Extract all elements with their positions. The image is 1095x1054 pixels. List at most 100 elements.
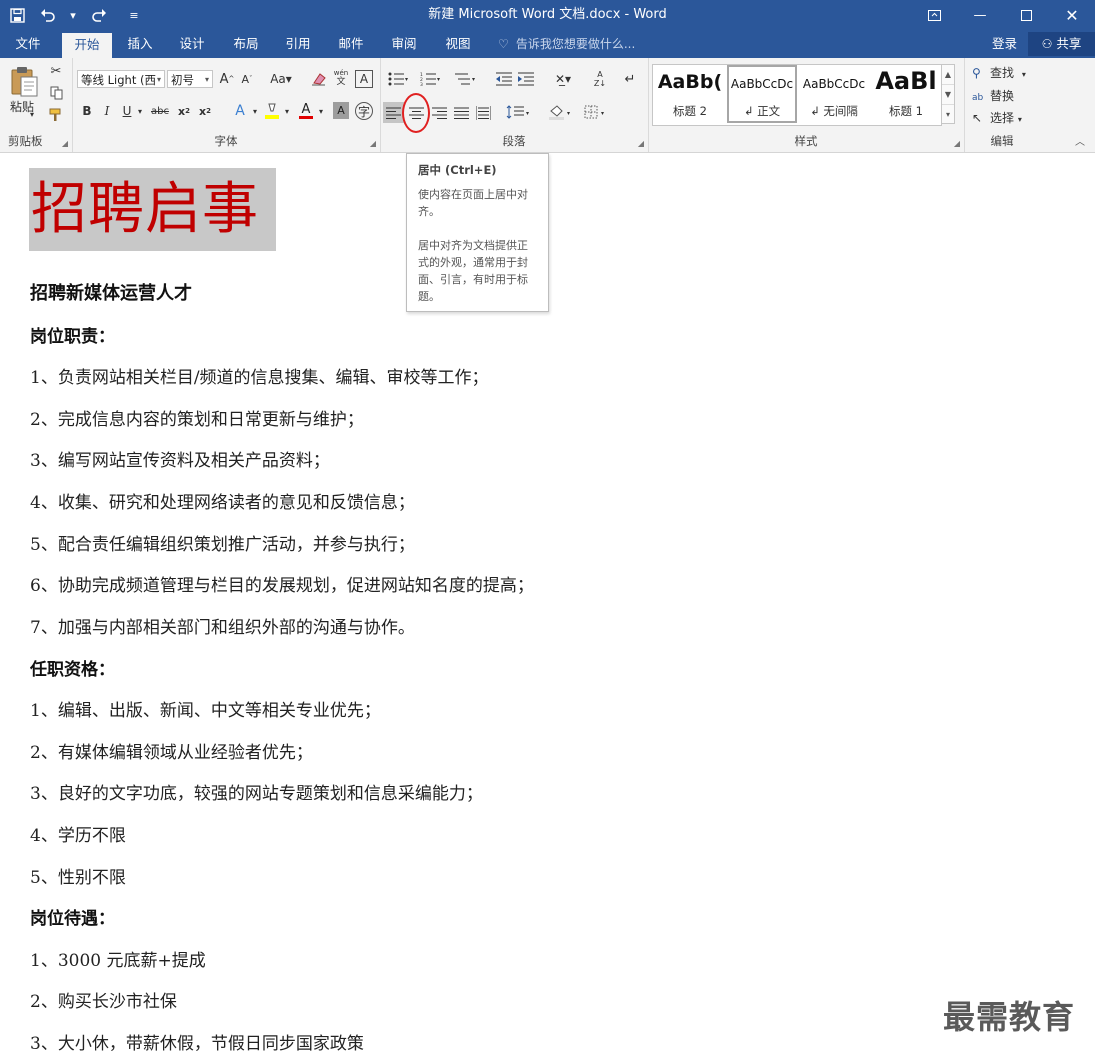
grow-font-icon[interactable]: A ^ (218, 70, 236, 88)
style-heading-1[interactable]: AaBl 标题 1 (871, 65, 941, 123)
justify-button[interactable] (451, 102, 472, 123)
tab-file[interactable]: 文件 (6, 30, 50, 58)
align-right-button[interactable] (429, 102, 450, 123)
close-icon[interactable]: ✕ (1049, 0, 1095, 30)
search-icon: ⚲ (972, 66, 981, 80)
align-center-button[interactable] (406, 102, 427, 123)
text-effects-icon[interactable]: A (230, 101, 250, 121)
maximize-icon[interactable] (1003, 0, 1049, 30)
font-name-combo[interactable]: 等线 Light (西 ▾ (77, 70, 165, 88)
font-color-dropdown-icon[interactable]: ▾ (316, 102, 326, 120)
share-button[interactable]: ⚇ 共享 (1028, 32, 1095, 56)
style-name: 标题 2 (673, 104, 707, 118)
minimize-icon[interactable]: — (957, 0, 1003, 30)
text-effects-dropdown-icon[interactable]: ▾ (250, 102, 260, 120)
align-left-button[interactable] (383, 102, 404, 123)
show-hide-marks-icon[interactable]: ↵ (620, 70, 640, 88)
style-normal[interactable]: AaBbCcDc ↲ 正文 (727, 65, 797, 123)
increase-indent-icon[interactable] (516, 70, 536, 88)
paragraph-launcher-icon[interactable]: ◢ (638, 139, 644, 148)
enclose-characters-icon[interactable]: 字 (355, 102, 373, 120)
distributed-button[interactable] (473, 102, 494, 123)
bullets-icon[interactable]: ▾ (386, 70, 410, 88)
chinese-layout-icon[interactable]: ✕̲▾ (548, 70, 578, 88)
tab-home[interactable]: 开始 (62, 33, 112, 58)
change-case-icon[interactable]: Aa▾ (268, 70, 294, 88)
format-painter-icon[interactable] (48, 106, 64, 124)
select-button[interactable]: ↖ 选择 ▾ (972, 108, 1022, 128)
style-heading-2[interactable]: AaBb( 标题 2 (655, 65, 725, 123)
font-size-combo[interactable]: 初号 ▾ (167, 70, 213, 88)
underline-icon[interactable]: U (119, 102, 135, 120)
lightbulb-icon: ♡ (498, 37, 509, 51)
italic-icon[interactable]: I (99, 102, 115, 120)
customize-qat-icon[interactable]: ≡ (114, 0, 154, 30)
ribbon-home: 粘贴 ▾ ✂ 剪贴板 ◢ 等线 Light (西 ▾ 初号 ▾ A ^ Aˇ Aa▾ … (0, 58, 1095, 153)
clipboard-group: 粘贴 ▾ ✂ 剪贴板 ◢ (0, 58, 73, 152)
style-preview: AaBb( (657, 71, 723, 93)
bold-icon[interactable]: B (79, 102, 95, 120)
shading-icon[interactable]: ▾ (546, 102, 576, 122)
paste-dropdown-icon[interactable]: ▾ (30, 110, 34, 119)
decrease-indent-icon[interactable] (494, 70, 514, 88)
character-shading-icon[interactable]: A (333, 102, 349, 119)
tell-me-box[interactable]: ♡ 告诉我您想要做什么... (498, 30, 635, 58)
cut-icon[interactable]: ✂ (48, 62, 64, 80)
redo-icon[interactable] (84, 0, 114, 30)
benefits-heading: 岗位待遇： (30, 909, 115, 929)
tab-design[interactable]: 设计 (170, 30, 214, 58)
svg-text:3: 3 (420, 82, 423, 86)
clear-formatting-icon[interactable] (310, 70, 328, 88)
highlight-icon[interactable] (262, 101, 282, 121)
shrink-font-icon[interactable]: Aˇ (238, 70, 256, 88)
tab-references[interactable]: 引用 (276, 30, 320, 58)
login-link[interactable]: 登录 (992, 30, 1017, 58)
replace-button[interactable]: ab 替换 (972, 86, 1014, 106)
numbering-icon[interactable]: 1 2 3 ▾ (418, 70, 442, 88)
ribbon-display-options-icon[interactable] (911, 0, 957, 30)
tab-view[interactable]: 视图 (436, 30, 480, 58)
scroll-down-icon[interactable]: ▼ (942, 85, 954, 105)
tab-mailings[interactable]: 邮件 (329, 30, 373, 58)
styles-launcher-icon[interactable]: ◢ (954, 139, 960, 148)
quick-access-toolbar: ▾ ≡ (0, 0, 154, 30)
collapse-ribbon-icon[interactable]: ︿ (1075, 133, 1085, 148)
undo-dropdown-icon[interactable]: ▾ (62, 0, 84, 30)
paste-icon (11, 67, 38, 97)
window-controls: — ✕ (911, 0, 1095, 30)
sort-icon[interactable]: A Z↓ (590, 68, 610, 90)
watermark-logo: 最需教育 (943, 998, 1076, 1036)
strikethrough-icon[interactable]: abc (149, 102, 171, 120)
paste-button[interactable] (10, 66, 40, 98)
svg-text:▾: ▾ (526, 110, 529, 117)
borders-icon[interactable]: ▾ (582, 102, 612, 122)
font-launcher-icon[interactable]: ◢ (370, 139, 376, 148)
copy-icon[interactable] (48, 84, 64, 102)
undo-icon[interactable] (34, 0, 62, 30)
multilevel-list-icon[interactable]: ▾ (452, 70, 478, 88)
character-border-icon[interactable]: A (355, 70, 373, 88)
line-spacing-icon[interactable]: ▾ (504, 102, 534, 122)
font-name-value: 等线 Light (西 (81, 73, 156, 87)
cursor-icon: ↖ (972, 111, 983, 125)
tab-layout[interactable]: 布局 (224, 30, 268, 58)
style-no-spacing[interactable]: AaBbCcDc ↲ 无间隔 (799, 65, 869, 123)
more-styles-icon[interactable]: ▾ (942, 105, 954, 124)
highlight-dropdown-icon[interactable]: ▾ (282, 102, 292, 120)
editing-group-label: 编辑 (990, 134, 1014, 148)
find-button[interactable]: ⚲ 查找 ▾ (972, 63, 1026, 83)
distributed-icon (476, 105, 491, 120)
document-title[interactable]: 招聘启事 (29, 168, 276, 251)
underline-dropdown-icon[interactable]: ▾ (135, 102, 145, 120)
phonetic-guide-icon[interactable]: wén 文 (332, 68, 350, 88)
scroll-up-icon[interactable]: ▲ (942, 65, 954, 85)
subscript-icon[interactable]: x2 (175, 102, 193, 120)
tab-review[interactable]: 审阅 (382, 30, 426, 58)
document-title-text: 招聘启事 (31, 177, 259, 242)
tab-insert[interactable]: 插入 (118, 30, 162, 58)
save-icon[interactable] (0, 0, 34, 30)
list-item: 2、有媒体编辑领域从业经验者优先； (30, 743, 313, 763)
font-color-icon[interactable]: A (296, 101, 316, 121)
superscript-icon[interactable]: x2 (196, 102, 214, 120)
clipboard-launcher-icon[interactable]: ◢ (62, 139, 68, 148)
